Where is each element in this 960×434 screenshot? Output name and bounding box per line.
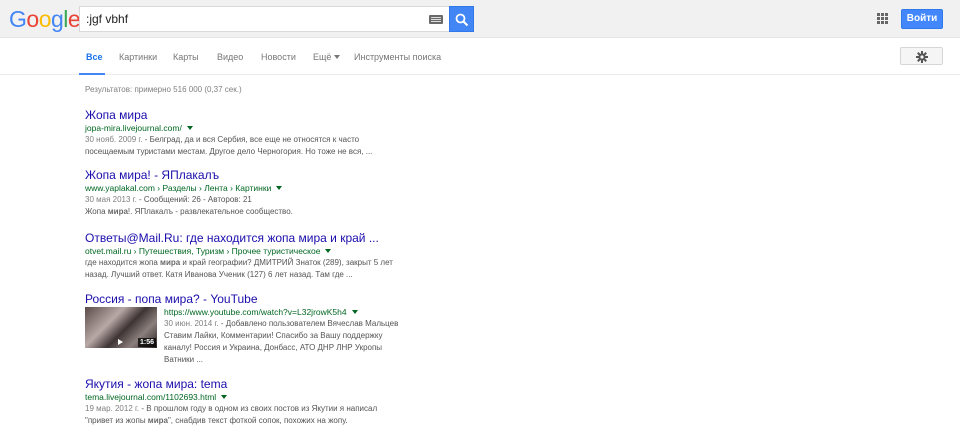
search-input[interactable]: :jgf vbhf <box>79 6 449 32</box>
top-bar: Google :jgf vbhf Войти <box>0 0 960 38</box>
result-date: 30 мая 2013 г. <box>85 195 137 204</box>
snippet-text: !. ЯПлакалъ - развлекательное сообщество… <box>127 207 293 216</box>
snippet-highlight: мира <box>147 416 168 425</box>
search-result: Ответы@Mail.Ru: где находится жопа мира … <box>85 231 485 281</box>
result-url-text: www.yaplakal.com › Разделы › Лента › Кар… <box>85 183 272 193</box>
search-result: Якутия - жопа мира: tema tema.livejourna… <box>85 377 485 427</box>
tab-more-label: Ещё <box>313 52 332 62</box>
snippet-text: - В прошлом году в одном из своих постов… <box>139 404 378 413</box>
snippet-text: и край географии? ДМИТРИЙ Знаток (289), … <box>180 258 393 267</box>
snippet-text: каналу! Россия и Украина, Донбасс, АТО Д… <box>164 343 383 352</box>
result-snippet: где находится жопа мира и край географии… <box>85 257 485 269</box>
search-tabs: Все Картинки Карты Видео Новости Ещё Инс… <box>0 39 960 75</box>
result-title-link[interactable]: Россия - попа мира? - YouTube <box>85 292 485 306</box>
dropdown-arrow-icon[interactable] <box>221 395 228 399</box>
result-snippet: 30 июн. 2014 г. - Добавлено пользователе… <box>164 318 485 330</box>
snippet-text: - Белград, да и вся Сербия, все еще не о… <box>142 135 360 144</box>
gear-icon <box>916 51 928 63</box>
result-date: 30 июн. 2014 г. <box>164 319 219 328</box>
video-thumbnail[interactable]: 1:56 <box>85 307 157 348</box>
tab-search-tools[interactable]: Инструменты поиска <box>354 52 441 62</box>
snippet-text: "привет из жопы мира", снабдив текст фот… <box>85 415 485 427</box>
result-title-link[interactable]: Жопа мира <box>85 108 485 122</box>
snippet-text: Ставим Лайки, Комментарии! Спасибо за Ва… <box>164 331 383 340</box>
search-result: Жопа мира! - ЯПлакалъ www.yaplakal.com ›… <box>85 168 485 218</box>
search-icon <box>455 13 469 27</box>
video-duration: 1:56 <box>137 338 156 347</box>
result-date: 30 нояб. 2009 г. <box>85 135 143 144</box>
snippet-text: - Сообщений: 26 - Авторов: 21 <box>136 195 252 204</box>
video-row: 1:56 https://www.youtube.com/watch?v=L32… <box>85 306 485 366</box>
result-title-link[interactable]: Жопа мира! - ЯПлакалъ <box>85 168 485 182</box>
play-icon <box>118 339 123 345</box>
dropdown-arrow-icon[interactable] <box>186 126 193 130</box>
google-logo[interactable]: Google <box>9 6 81 32</box>
dropdown-arrow-icon[interactable] <box>276 186 283 190</box>
snippet-text: - Добавлено пользователем Вячеслав Мальц… <box>218 319 399 328</box>
search-result: Жопа мира jopa-mira.livejournal.com/ 30 … <box>85 108 485 158</box>
result-url-text: jopa-mira.livejournal.com/ <box>85 123 182 133</box>
snippet-text: Жопа <box>85 207 108 216</box>
logo-letter: G <box>9 6 27 32</box>
result-title-link[interactable]: Ответы@Mail.Ru: где находится жопа мира … <box>85 231 485 245</box>
tab-video[interactable]: Видео <box>217 52 243 62</box>
result-url: www.yaplakal.com › Разделы › Лента › Кар… <box>85 182 485 194</box>
snippet-highlight: мира <box>107 207 128 216</box>
chevron-down-icon <box>334 55 341 59</box>
tab-more[interactable]: Ещё <box>313 52 341 62</box>
search-result-video: Россия - попа мира? - YouTube 1:56 https… <box>85 292 485 366</box>
result-url: jopa-mira.livejournal.com/ <box>85 122 485 134</box>
result-snippet: 30 мая 2013 г. - Сообщений: 26 - Авторов… <box>85 194 485 206</box>
apps-grid-icon[interactable] <box>877 13 888 24</box>
result-url-text: https://www.youtube.com/watch?v=L32jrowK… <box>164 307 347 317</box>
logo-letter: o <box>38 6 52 32</box>
signin-button[interactable]: Войти <box>901 9 943 29</box>
dropdown-arrow-icon[interactable] <box>325 249 332 253</box>
snippet-text: посещаемым туристами местам. Другое дело… <box>85 147 373 156</box>
snippet-text: Ватники ... <box>164 355 204 364</box>
dropdown-arrow-icon[interactable] <box>351 310 358 314</box>
search-query-text[interactable]: :jgf vbhf <box>86 12 128 26</box>
video-meta: https://www.youtube.com/watch?v=L32jrowK… <box>164 306 485 366</box>
result-url: tema.livejournal.com/1102693.html <box>85 391 485 403</box>
result-snippet: 19 мар. 2012 г. - В прошлом году в одном… <box>85 403 485 415</box>
result-url: otvet.mail.ru › Путешествия, Туризм › Пр… <box>85 245 485 257</box>
tab-maps[interactable]: Карты <box>173 52 199 62</box>
settings-button[interactable] <box>900 47 943 65</box>
search-button[interactable] <box>449 6 474 32</box>
result-title-link[interactable]: Якутия - жопа мира: tema <box>85 377 485 391</box>
snippet-text: "привет из жопы <box>85 416 148 425</box>
keyboard-icon[interactable] <box>429 15 443 24</box>
tab-images[interactable]: Картинки <box>119 52 157 62</box>
result-url: https://www.youtube.com/watch?v=L32jrowK… <box>164 306 485 318</box>
snippet-text: Жопа мира!. ЯПлакалъ - развлекательное с… <box>85 206 485 218</box>
result-url-text: otvet.mail.ru › Путешествия, Туризм › Пр… <box>85 246 321 256</box>
result-snippet: 30 нояб. 2009 г. - Белград, да и вся Сер… <box>85 134 485 146</box>
logo-letter: g <box>50 6 64 32</box>
snippet-text: где находится жопа <box>85 258 161 267</box>
result-date: 19 мар. 2012 г. <box>85 404 140 413</box>
logo-letter: o <box>26 6 39 32</box>
snippet-text: назад. Лучший ответ. Катя Иванова Ученик… <box>85 270 353 279</box>
result-url-text: tema.livejournal.com/1102693.html <box>85 392 217 402</box>
tab-all[interactable]: Все <box>86 52 103 62</box>
snippet-text: ", снабдив текст фоткой сопок, похожих н… <box>167 416 348 425</box>
snippet-highlight: мира <box>160 258 181 267</box>
active-tab-indicator <box>79 73 105 75</box>
tab-news[interactable]: Новости <box>261 52 296 62</box>
result-stats: Результатов: примерно 516 000 (0,37 сек.… <box>85 85 242 94</box>
